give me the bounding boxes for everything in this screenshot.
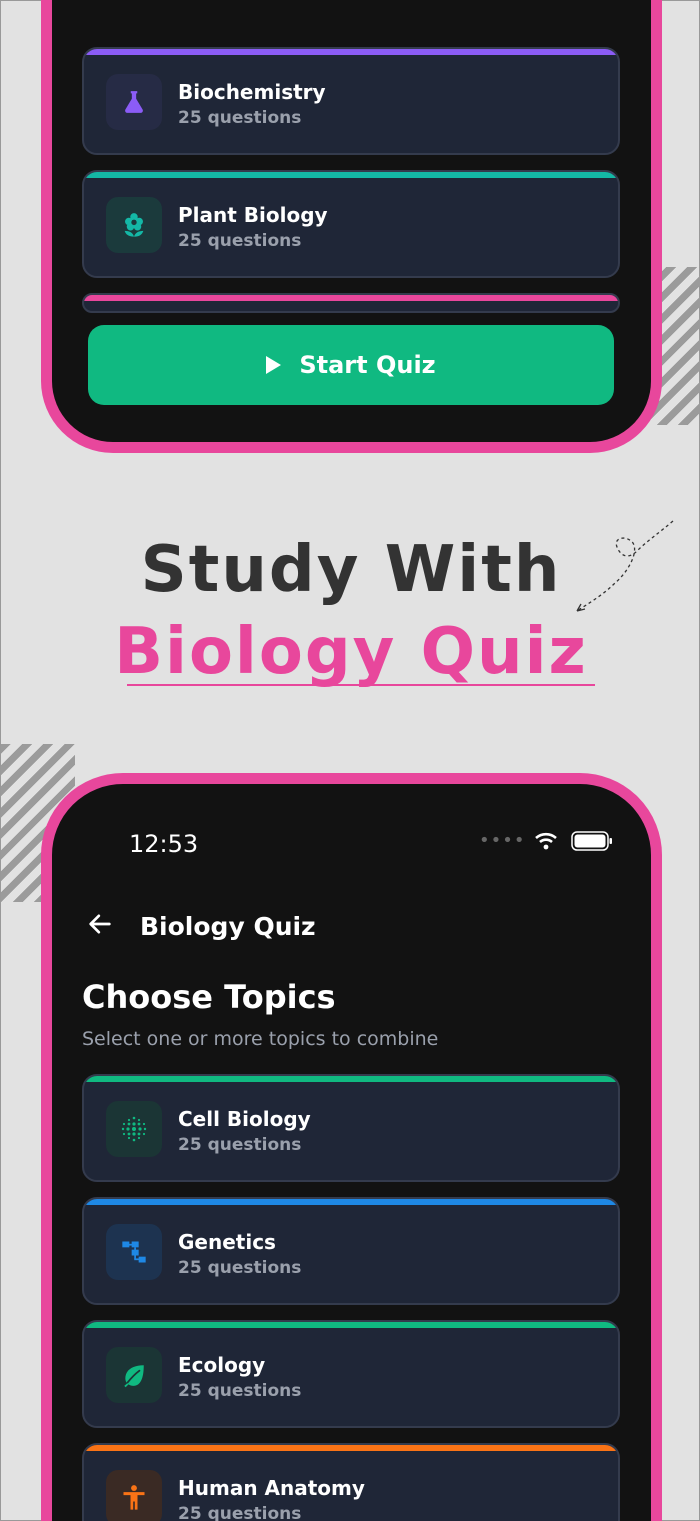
signal-dots-icon: ••••	[479, 830, 526, 851]
topic-card-human-anatomy[interactable]: Human Anatomy 25 questions	[82, 1443, 620, 1521]
topic-card-bar	[84, 172, 618, 178]
topic-title: Ecology	[178, 1353, 266, 1377]
person-icon	[106, 1470, 162, 1521]
topic-title: Cell Biology	[178, 1107, 311, 1131]
topic-card-ecology[interactable]: Ecology 25 questions	[82, 1320, 620, 1428]
status-icons: ••••	[479, 830, 613, 851]
topic-subtitle: 25 questions	[178, 1135, 302, 1155]
start-quiz-label: Start Quiz	[299, 351, 436, 379]
topic-card-bar	[84, 1322, 618, 1328]
page-subtitle: Select one or more topics to combine	[82, 1028, 439, 1050]
leaf-icon	[106, 1347, 162, 1403]
topic-subtitle: 25 questions	[178, 1504, 302, 1521]
status-time: 12:53	[129, 830, 199, 858]
header-title: Biology Quiz	[140, 912, 316, 941]
back-arrow-icon[interactable]	[86, 910, 114, 938]
battery-icon	[571, 830, 613, 851]
topic-card-cell-biology[interactable]: Cell Biology 25 questions	[82, 1074, 620, 1182]
topic-card-bar	[84, 1445, 618, 1451]
dashed-arrow-doodle	[576, 520, 674, 612]
headline-underline	[127, 684, 595, 686]
topic-card-partial-next[interactable]	[82, 293, 620, 313]
flower-icon	[106, 197, 162, 253]
topic-subtitle: 25 questions	[178, 1258, 302, 1278]
topic-title: Human Anatomy	[178, 1476, 365, 1500]
topic-subtitle: 25 questions	[178, 231, 302, 251]
wifi-icon	[535, 832, 558, 849]
topic-card-bar	[84, 1199, 618, 1205]
page-title: Choose Topics	[82, 978, 336, 1016]
topic-title: Plant Biology	[178, 203, 328, 227]
topic-subtitle: 25 questions	[178, 108, 302, 128]
topic-card-plant-biology[interactable]: Plant Biology 25 questions	[82, 170, 620, 278]
headline-line2: Biology Quiz	[114, 615, 588, 689]
topic-title: Genetics	[178, 1230, 276, 1254]
topic-card-bar	[84, 49, 618, 55]
topic-card-bar	[84, 1076, 618, 1082]
topic-title: Biochemistry	[178, 80, 326, 104]
tree-structure-icon	[106, 1224, 162, 1280]
topic-card-biochemistry[interactable]: Biochemistry 25 questions	[82, 47, 620, 155]
bottom-phone-screen: 12:53 •••• Biology Quiz Choose Topics Se…	[41, 773, 662, 1521]
topic-card-genetics[interactable]: Genetics 25 questions	[82, 1197, 620, 1305]
top-phone-screen: Biochemistry 25 questions Plant Biology …	[41, 0, 662, 453]
topic-subtitle: 25 questions	[178, 1381, 302, 1401]
cell-dots-icon	[106, 1101, 162, 1157]
start-quiz-button[interactable]: Start Quiz	[88, 325, 614, 405]
flask-icon	[106, 74, 162, 130]
play-icon	[266, 356, 282, 374]
